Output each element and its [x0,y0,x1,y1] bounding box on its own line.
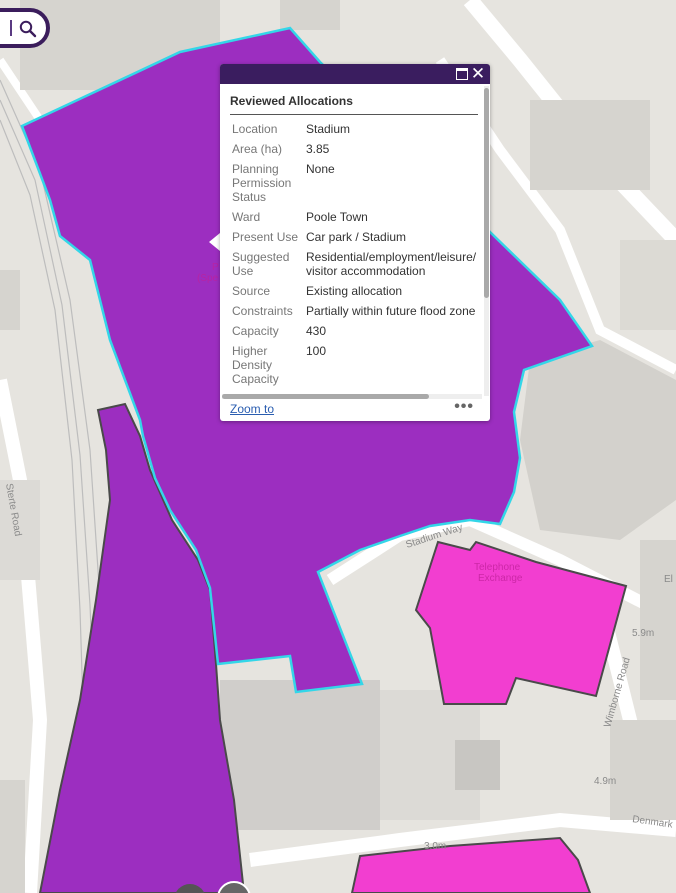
attribute-row: Source Existing allocation [220,282,482,302]
label-stadium-partial: P [212,262,219,273]
vertical-scrollbar[interactable] [484,86,489,396]
maximize-icon[interactable] [456,68,468,80]
attribute-row: Area (ha) 3.85 [220,140,482,160]
attribute-key: Higher Density Capacity [232,344,279,386]
popup-title: Reviewed Allocations [230,94,478,115]
label-el: El [664,574,673,585]
building [640,540,676,700]
building [530,100,650,190]
close-icon[interactable]: ✕ [470,65,486,83]
attribute-key: Constraints [232,304,293,318]
more-options-icon[interactable]: ••• [454,398,474,416]
attribute-key: Present Use [232,230,299,244]
label-stadium-partial: (Spe [197,273,219,284]
scrollbar-thumb[interactable] [222,394,429,399]
attribute-row: Constraints Partially within future flood… [220,302,482,322]
building [520,340,676,540]
attribute-row: Ward Poole Town [220,208,482,228]
attribute-row: Planning Permission Status None [220,160,482,208]
attribute-row: Higher Density Capacity 100 [220,342,482,390]
label-telephone-exchange-1: Telephone [474,562,521,573]
attribute-value: None [306,162,335,176]
attribute-value: 100 [306,344,327,358]
zoom-to-link[interactable]: Zoom to [230,402,274,416]
attribute-value: 3.85 [306,142,330,156]
attribute-value: Stadium [306,122,351,136]
building [610,720,676,820]
attribute-key: Capacity [232,324,279,338]
feature-popup: ✕ Reviewed Allocations Location Stadium Ar… [220,64,490,421]
horizontal-scrollbar[interactable] [222,394,482,399]
popup-header: ✕ [220,64,490,84]
attribute-value: Poole Town [306,210,368,224]
attribute-table[interactable]: Location Stadium Area (ha) 3.85 Planning Per… [220,120,482,394]
attribute-value: Existing allocation [306,284,403,298]
attribute-value: 430 [306,324,327,338]
building-car-park [220,680,380,830]
building [280,0,340,30]
attribute-row: Capacity 430 [220,322,482,342]
attribute-row: Present Use Car park / Stadium [220,228,482,248]
attribute-key: Location [232,122,278,136]
label-telephone-exchange-2: Exchange [478,573,523,584]
popup-footer: Zoom to ••• [220,398,490,421]
attribute-key: Area (ha) [232,142,283,156]
popup-pointer [209,233,220,251]
search-icon[interactable] [18,19,38,39]
attribute-row: Suggested Use Residential/employment/leis… [220,248,482,282]
search-control[interactable] [0,8,50,48]
attribute-value: Residential/employment/leisure/visitor a… [306,250,477,278]
label-elevation: 3.0m [424,841,446,852]
attribute-value: Car park / Stadium [306,230,407,244]
label-elevation: 4.9m [594,776,616,787]
attribute-row: Location Stadium [220,120,482,140]
scrollbar-thumb[interactable] [484,88,489,298]
building [0,270,20,330]
attribute-key: Suggested Use [232,250,290,278]
building [455,740,500,790]
attribute-key: Ward [232,210,261,224]
attribute-value: Partially within future flood zone [306,304,476,318]
attribute-key: Source [232,284,271,298]
building [620,240,676,330]
label-elevation: 5.9m [632,628,654,639]
search-separator [10,20,12,36]
attribute-key: Planning Permission Status [232,162,292,204]
building [0,780,25,893]
